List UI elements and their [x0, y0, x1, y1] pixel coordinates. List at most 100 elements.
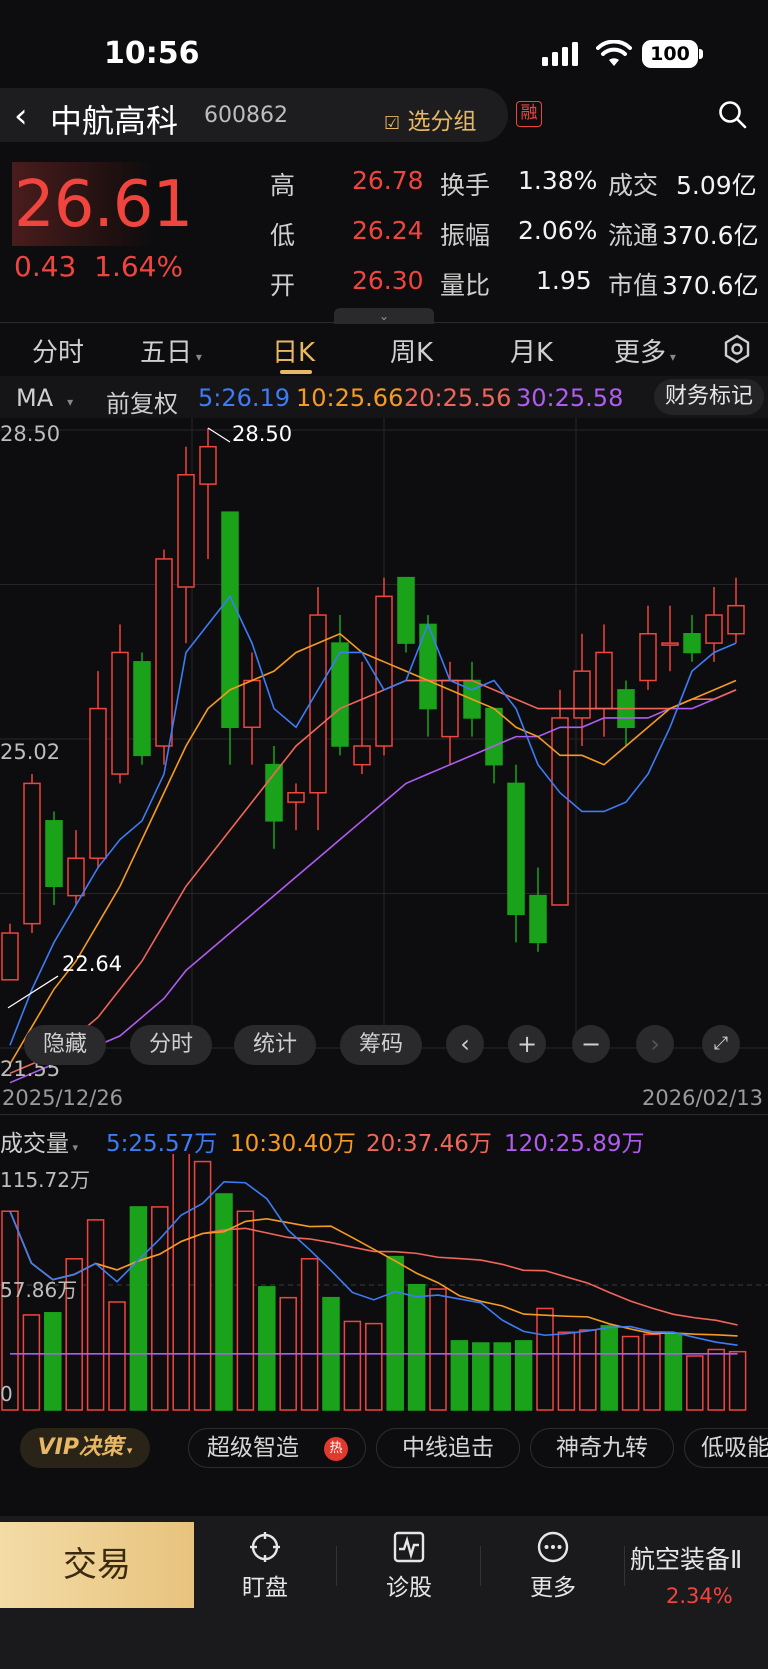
- vip-decision-button[interactable]: VIP决策 ▾: [20, 1428, 150, 1468]
- more-button[interactable]: 更多: [518, 1530, 588, 1602]
- volume-bar-up: [707, 1348, 725, 1411]
- stats-button[interactable]: 统计: [234, 1025, 316, 1065]
- tab-five-day[interactable]: 五日 ▾: [140, 332, 202, 369]
- open-value: 26.30: [352, 266, 424, 295]
- float-cap-label: 流通: [608, 221, 659, 250]
- volume-chart[interactable]: [0, 1154, 768, 1416]
- volume-bar-down: [129, 1206, 148, 1411]
- volume-indicator-select[interactable]: 成交量 ▾: [0, 1124, 78, 1158]
- finance-marker-button[interactable]: 财务标记: [654, 379, 764, 415]
- tab-monthly-k[interactable]: 月K: [510, 332, 553, 369]
- tab-weekly-k[interactable]: 周K: [390, 332, 433, 369]
- zoom-in-icon[interactable]: +: [508, 1025, 546, 1063]
- volume-bar-up: [365, 1322, 383, 1411]
- candle-up: [89, 707, 107, 859]
- pulse-chart-icon: [393, 1531, 425, 1563]
- zoom-out-icon[interactable]: −: [572, 1025, 610, 1063]
- low-label: 低: [270, 221, 296, 250]
- volume-bar-up: [86, 1219, 105, 1411]
- candle-up: [287, 791, 305, 803]
- active-tab-indicator: [280, 370, 312, 374]
- candle-up: [375, 595, 393, 747]
- high-value: 26.78: [352, 166, 424, 195]
- select-group-label: 选分组: [407, 109, 477, 135]
- stock-code: 600862: [204, 103, 288, 128]
- change-amount: 0.43: [14, 250, 77, 283]
- volume-bar-up: [1, 1210, 19, 1411]
- fullscreen-icon[interactable]: ⤢: [702, 1025, 740, 1063]
- vol-y-zero-label: 0: [0, 1382, 13, 1406]
- candle-down: [133, 661, 151, 757]
- strategy-chip-midline[interactable]: 中线追击: [376, 1428, 520, 1468]
- tab-five-day-label: 五日: [140, 338, 193, 368]
- margin-trading-badge[interactable]: 融: [516, 101, 542, 127]
- sector-name[interactable]: 航空装备Ⅱ: [630, 1540, 742, 1576]
- high-label: 高: [270, 171, 296, 200]
- vip-decision-label: VIP决策: [37, 1435, 123, 1460]
- volume-bar-up: [236, 1210, 255, 1411]
- candle-up: [595, 651, 613, 710]
- hot-badge: 热: [324, 1437, 348, 1461]
- trade-button[interactable]: 交易: [0, 1522, 194, 1608]
- y-axis-max-label: 28.50: [0, 422, 61, 446]
- date-start-label: 2025/12/26: [2, 1086, 124, 1110]
- float-cap-value: 370.6亿: [662, 221, 759, 250]
- volume-bar-up: [579, 1329, 597, 1411]
- hide-button[interactable]: 隐藏: [24, 1025, 106, 1065]
- dropdown-caret-icon: ▾: [67, 395, 74, 409]
- candle-up: [705, 614, 723, 644]
- volume-bar-up: [108, 1301, 126, 1411]
- volume-bar-down: [600, 1324, 618, 1411]
- vol-ma10-value: 10:30.40万: [230, 1131, 356, 1157]
- divider: [336, 1546, 337, 1586]
- diagnose-button[interactable]: 诊股: [374, 1530, 444, 1602]
- search-icon[interactable]: [718, 100, 748, 130]
- volume-ratio-value: 1.95: [536, 266, 592, 295]
- dropdown-caret-icon: ▾: [69, 1141, 79, 1154]
- candle-up: [661, 642, 679, 646]
- vol-y-mid-label: 57.86万: [0, 1278, 78, 1302]
- strategy-chip-low-buy[interactable]: 低吸能: [684, 1428, 768, 1468]
- vol-y-max-label: 115.72万: [0, 1168, 90, 1192]
- intraday-button[interactable]: 分时: [130, 1025, 212, 1065]
- volume-bar-up: [557, 1331, 576, 1411]
- candle-down: [45, 820, 63, 888]
- scroll-right-icon[interactable]: ›: [636, 1025, 674, 1063]
- gear-icon[interactable]: [722, 334, 752, 364]
- more-label: 更多: [530, 1575, 576, 1601]
- chips-button[interactable]: 筹码: [340, 1025, 422, 1065]
- divider: [480, 1546, 481, 1586]
- adjust-mode[interactable]: 前复权: [106, 384, 178, 419]
- candle-up: [551, 717, 569, 906]
- diagnose-label: 诊股: [386, 1575, 432, 1601]
- strategy-chip-nine-turn[interactable]: 神奇九转: [530, 1428, 674, 1468]
- divider: [0, 322, 768, 323]
- scroll-left-icon[interactable]: ‹: [446, 1025, 484, 1063]
- volume-bar-up: [621, 1335, 640, 1411]
- select-group-button[interactable]: ☑ 选分组: [384, 102, 476, 136]
- candle-up: [23, 782, 41, 925]
- candle-up: [309, 614, 327, 794]
- volume-bar-up: [22, 1314, 41, 1411]
- vol-ma20-value: 20:37.46万: [366, 1131, 492, 1157]
- indicator-select[interactable]: MA ▾: [16, 384, 73, 412]
- min-price-marker: 22.64: [62, 952, 123, 976]
- turnover-value: 1.38%: [518, 166, 598, 195]
- volume-bar-up: [151, 1206, 169, 1411]
- candle-up: [353, 745, 371, 766]
- volume-bar-down: [514, 1340, 533, 1411]
- tab-daily-k[interactable]: 日K: [272, 332, 315, 369]
- candle-up: [639, 633, 657, 682]
- kline-chart[interactable]: [0, 418, 768, 1084]
- watch-label: 盯盘: [242, 1575, 288, 1601]
- watch-button[interactable]: 盯盘: [230, 1530, 300, 1602]
- amplitude-value: 2.06%: [518, 216, 598, 245]
- volume-bar-down: [450, 1340, 469, 1411]
- chevron-left-icon[interactable]: ‹: [14, 96, 28, 136]
- max-price-marker: 28.50: [232, 422, 293, 446]
- wifi-icon: [596, 40, 632, 66]
- tab-more[interactable]: 更多 ▾: [614, 332, 676, 369]
- status-time: 10:56: [104, 36, 200, 71]
- candle-up: [111, 651, 129, 775]
- tab-intraday[interactable]: 分时: [32, 332, 84, 369]
